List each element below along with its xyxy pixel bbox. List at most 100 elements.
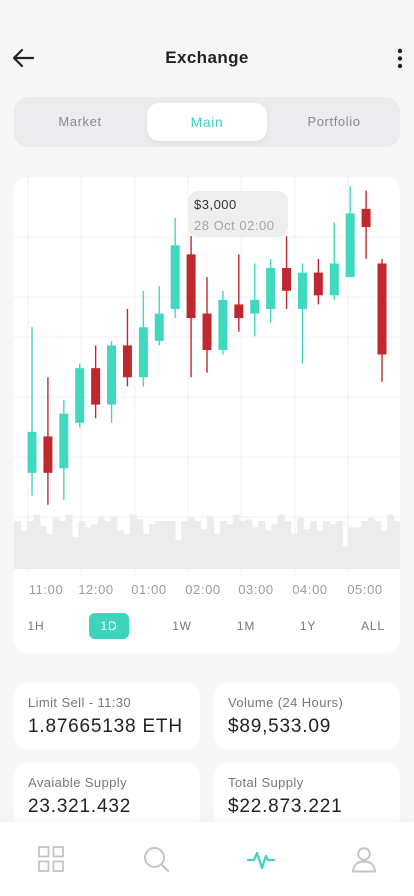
volume-bar	[78, 521, 86, 569]
volume-bar	[181, 521, 189, 569]
volume-bar	[174, 540, 182, 569]
stat-card-volume[interactable]: Volume (24 Hours) $89,533.09	[214, 683, 400, 749]
candle-body	[91, 368, 101, 405]
more-vertical-icon	[397, 48, 403, 69]
volume-bar	[329, 524, 337, 569]
time-tick: 04:00	[292, 582, 328, 597]
stat-card-limit-sell[interactable]: Limit Sell - 11:30 1.87665138 ETH	[14, 683, 200, 749]
volume-bar	[342, 546, 350, 569]
candle-body	[186, 254, 196, 319]
candle-body	[75, 368, 85, 423]
volume-bar	[91, 524, 99, 569]
range-1d[interactable]: 1D	[89, 613, 129, 639]
volume-bar	[155, 521, 163, 569]
volume-bar	[322, 521, 330, 569]
volume-bar	[207, 516, 215, 569]
volume-bar	[239, 521, 247, 569]
tooltip-price: $3,000	[194, 197, 237, 212]
candle-body	[377, 263, 387, 355]
stat-value: $22.873.221	[228, 796, 343, 817]
time-tick: 12:00	[78, 582, 114, 597]
nav-search[interactable]	[141, 844, 171, 874]
candle-body	[345, 213, 355, 278]
volume-bar	[84, 527, 92, 569]
candle-body	[27, 431, 37, 473]
candle-body	[59, 413, 69, 469]
candle-body	[282, 268, 292, 291]
tab-main[interactable]: Main	[147, 103, 267, 141]
volume-bar	[277, 514, 285, 569]
volume-bar	[116, 530, 124, 569]
volume-bar	[20, 530, 28, 569]
candle-body	[297, 272, 307, 309]
time-tick: 11:00	[28, 582, 64, 597]
time-tick: 05:00	[347, 582, 383, 597]
candle-body	[43, 436, 53, 473]
volume-bar	[136, 519, 144, 569]
grid-icon	[38, 846, 64, 872]
volume-bar	[213, 533, 221, 569]
volume-bar	[284, 521, 292, 569]
price-tooltip: $3,000 28 Oct 02:00	[188, 191, 288, 237]
time-tick: 01:00	[131, 582, 167, 597]
chart-card: $3,000 28 Oct 02:00 11:00 12:00 01:00 02…	[14, 177, 400, 653]
range-all[interactable]: ALL	[356, 613, 390, 639]
candle-body	[313, 272, 323, 296]
stat-label: Volume (24 Hours)	[228, 695, 344, 710]
range-1y[interactable]: 1Y	[294, 613, 322, 639]
candlestick-chart[interactable]	[14, 177, 400, 577]
nav-dashboard[interactable]	[36, 844, 66, 874]
volume-bar	[264, 530, 272, 569]
candle-body	[329, 263, 339, 296]
volume-bar	[303, 529, 311, 569]
volume-bar	[14, 521, 22, 569]
tab-market[interactable]: Market	[20, 103, 140, 141]
volume-bar	[252, 527, 260, 569]
more-button[interactable]	[392, 44, 408, 72]
stat-value: 23.321.432	[28, 796, 132, 817]
volume-bar	[104, 521, 112, 569]
volume-bar	[245, 519, 253, 569]
volume-bar	[123, 533, 131, 569]
candle-body	[154, 313, 164, 341]
stat-card-available-supply[interactable]: Avaiable Supply 23.321.432	[14, 763, 200, 829]
candle-body	[202, 313, 212, 350]
candle-body	[138, 327, 148, 378]
range-1m[interactable]: 1M	[232, 613, 260, 639]
volume-bar	[149, 524, 157, 569]
header: Exchange	[0, 36, 414, 80]
volume-bar	[26, 521, 34, 569]
volume-bar	[367, 517, 375, 569]
candle-body	[250, 299, 260, 314]
volume-bar	[219, 521, 227, 569]
volume-bar	[129, 514, 137, 569]
range-1w[interactable]: 1W	[168, 613, 196, 639]
activity-icon	[246, 851, 276, 870]
volume-bar	[161, 521, 169, 569]
tab-portfolio[interactable]: Portfolio	[274, 103, 394, 141]
volume-bar	[110, 516, 118, 569]
candle-body	[234, 304, 244, 319]
volume-bar	[380, 530, 388, 569]
stat-label: Avaiable Supply	[28, 775, 127, 790]
nav-profile[interactable]	[349, 844, 379, 874]
volume-bar	[387, 514, 395, 569]
user-icon	[352, 847, 376, 873]
range-1h[interactable]: 1H	[22, 613, 50, 639]
nav-activity[interactable]	[246, 844, 276, 874]
stat-card-total-supply[interactable]: Total Supply $22.873.221	[214, 763, 400, 829]
candle-body	[107, 345, 117, 405]
volume-bar	[226, 524, 234, 569]
volume-bar	[187, 517, 195, 569]
time-tick: 03:00	[238, 582, 274, 597]
volume-bar	[232, 514, 240, 569]
candle-body	[122, 345, 132, 378]
volume-bar	[97, 516, 105, 569]
volume-bar	[335, 521, 343, 569]
volume-bar	[46, 533, 54, 569]
volume-bar	[39, 525, 47, 569]
candle-body	[361, 208, 371, 228]
volume-bar	[393, 521, 400, 569]
volume-bar	[65, 514, 73, 569]
volume-bar	[71, 537, 79, 569]
